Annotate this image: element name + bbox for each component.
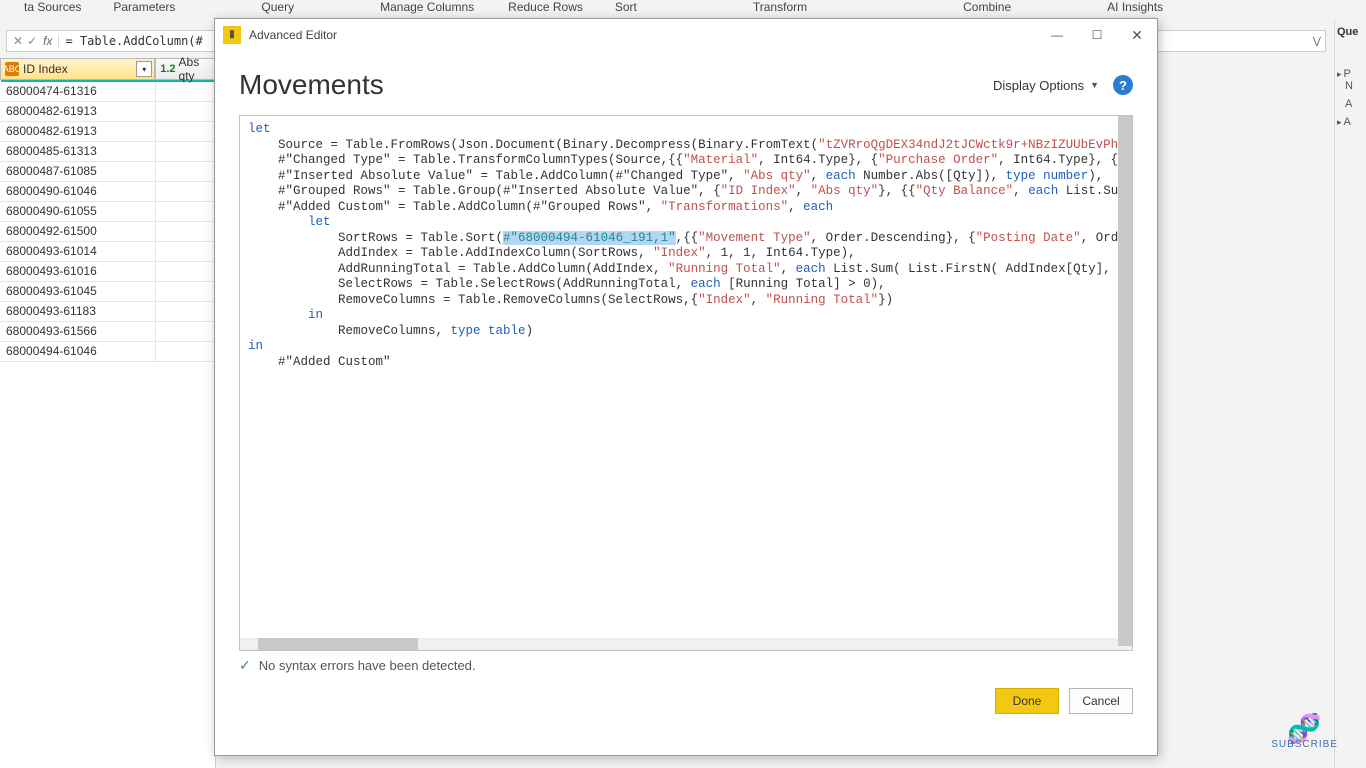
cell-abs-qty bbox=[155, 342, 215, 361]
table-row[interactable]: 68000492-61500 bbox=[0, 222, 215, 242]
cell-abs-qty bbox=[155, 242, 215, 261]
table-row[interactable]: 68000487-61085 bbox=[0, 162, 215, 182]
syntax-status: ✓ No syntax errors have been detected. bbox=[239, 651, 1133, 680]
cancel-formula-icon[interactable]: ✕ bbox=[13, 34, 23, 48]
cell-id-index: 68000482-61913 bbox=[0, 102, 155, 121]
close-button[interactable]: ✕ bbox=[1117, 19, 1157, 51]
cell-id-index: 68000487-61085 bbox=[0, 162, 155, 181]
dialog-titlebar[interactable]: ⫴ Advanced Editor — ☐ ✕ bbox=[215, 19, 1157, 51]
cell-id-index: 68000493-61016 bbox=[0, 262, 155, 281]
table-row[interactable]: 68000490-61046 bbox=[0, 182, 215, 202]
column-filter-dropdown[interactable]: ▾ bbox=[136, 61, 152, 77]
help-icon[interactable]: ? bbox=[1113, 75, 1133, 95]
ribbon-tab[interactable]: AI Insights bbox=[1099, 0, 1171, 14]
status-text: No syntax errors have been detected. bbox=[259, 658, 476, 673]
cell-abs-qty bbox=[155, 102, 215, 121]
column-header-abs-qty[interactable]: 1.2 Abs qty bbox=[155, 58, 215, 80]
chevron-down-icon: ▼ bbox=[1090, 80, 1099, 90]
done-button[interactable]: Done bbox=[995, 688, 1059, 714]
decimal-type-icon: 1.2 bbox=[160, 63, 175, 75]
check-icon: ✓ bbox=[239, 657, 251, 674]
cell-id-index: 68000493-61014 bbox=[0, 242, 155, 261]
formula-text[interactable]: = Table.AddColumn(# bbox=[65, 34, 202, 48]
maximize-button[interactable]: ☐ bbox=[1077, 19, 1117, 51]
cell-id-index: 68000482-61913 bbox=[0, 122, 155, 141]
table-row[interactable]: 68000493-61045 bbox=[0, 282, 215, 302]
table-row[interactable]: 68000482-61913 bbox=[0, 122, 215, 142]
accept-formula-icon[interactable]: ✓ bbox=[27, 34, 37, 48]
ribbon-tab[interactable]: Parameters bbox=[105, 0, 183, 14]
panel-header: Que bbox=[1337, 26, 1364, 38]
code-editor[interactable]: let Source = Table.FromRows(Json.Documen… bbox=[239, 115, 1133, 651]
table-row[interactable]: 68000490-61055 bbox=[0, 202, 215, 222]
cell-id-index: 68000493-61045 bbox=[0, 282, 155, 301]
cell-id-index: 68000474-61316 bbox=[0, 82, 155, 101]
ribbon-tab[interactable]: Reduce Rows bbox=[500, 0, 591, 14]
table-row[interactable]: 68000493-61014 bbox=[0, 242, 215, 262]
table-row[interactable]: 68000493-61016 bbox=[0, 262, 215, 282]
display-options-dropdown[interactable]: Display Options ▼ bbox=[993, 78, 1099, 93]
data-grid: ABC ID Index ▾ 1.2 Abs qty 68000474-6131… bbox=[0, 58, 216, 768]
cell-abs-qty bbox=[155, 302, 215, 321]
cell-id-index: 68000492-61500 bbox=[0, 222, 155, 241]
advanced-editor-dialog: ⫴ Advanced Editor — ☐ ✕ Movements Displa… bbox=[214, 18, 1158, 756]
ribbon-tab[interactable]: ta Sources bbox=[16, 0, 89, 14]
cell-abs-qty bbox=[155, 82, 215, 101]
cell-abs-qty bbox=[155, 182, 215, 201]
query-settings-pane: Que ▸P N A ▸A bbox=[1334, 20, 1366, 768]
table-row[interactable]: 68000485-61313 bbox=[0, 142, 215, 162]
table-row[interactable]: 68000474-61316 bbox=[0, 82, 215, 102]
ribbon-tab[interactable]: Manage Columns bbox=[372, 0, 482, 14]
cell-id-index: 68000485-61313 bbox=[0, 142, 155, 161]
query-name-title: Movements bbox=[239, 69, 384, 101]
table-row[interactable]: 68000482-61913 bbox=[0, 102, 215, 122]
cell-id-index: 68000490-61046 bbox=[0, 182, 155, 201]
cancel-button[interactable]: Cancel bbox=[1069, 688, 1133, 714]
cell-id-index: 68000493-61566 bbox=[0, 322, 155, 341]
cell-abs-qty bbox=[155, 202, 215, 221]
fx-label: fx bbox=[43, 34, 59, 48]
table-row[interactable]: 68000493-61566 bbox=[0, 322, 215, 342]
ribbon-tab[interactable]: Transform bbox=[745, 0, 815, 14]
cell-abs-qty bbox=[155, 322, 215, 341]
expand-formula-icon[interactable]: ⋁ bbox=[1313, 36, 1321, 47]
cell-id-index: 68000493-61183 bbox=[0, 302, 155, 321]
subscribe-label: SUBSCRIBE bbox=[1271, 739, 1338, 750]
dialog-window-title: Advanced Editor bbox=[249, 28, 337, 42]
app-logo-icon: ⫴ bbox=[223, 26, 241, 44]
cell-abs-qty bbox=[155, 122, 215, 141]
cell-abs-qty bbox=[155, 282, 215, 301]
cell-id-index: 68000494-61046 bbox=[0, 342, 155, 361]
table-row[interactable]: 68000494-61046 bbox=[0, 342, 215, 362]
cell-abs-qty bbox=[155, 142, 215, 161]
cell-abs-qty bbox=[155, 162, 215, 181]
dna-icon: 🧬 bbox=[1271, 719, 1338, 739]
table-row[interactable]: 68000493-61183 bbox=[0, 302, 215, 322]
subscribe-watermark: 🧬 SUBSCRIBE bbox=[1271, 719, 1338, 750]
ribbon-tab[interactable]: Query bbox=[253, 0, 302, 14]
cell-abs-qty bbox=[155, 262, 215, 281]
ribbon-tab[interactable]: Sort bbox=[607, 0, 645, 14]
ribbon-tabs: ta Sources Parameters Query Manage Colum… bbox=[0, 0, 1366, 18]
editor-vertical-scrollbar[interactable] bbox=[1118, 116, 1132, 650]
cell-abs-qty bbox=[155, 222, 215, 241]
column-header-label: ID Index bbox=[23, 62, 68, 76]
minimize-button[interactable]: — bbox=[1037, 19, 1077, 51]
column-header-label: Abs qty bbox=[179, 55, 210, 83]
text-type-icon: ABC bbox=[5, 62, 19, 76]
column-header-id-index[interactable]: ABC ID Index ▾ bbox=[0, 58, 155, 80]
ribbon-tab[interactable]: Combine bbox=[955, 0, 1019, 14]
cell-id-index: 68000490-61055 bbox=[0, 202, 155, 221]
editor-horizontal-scrollbar[interactable] bbox=[240, 638, 1118, 650]
